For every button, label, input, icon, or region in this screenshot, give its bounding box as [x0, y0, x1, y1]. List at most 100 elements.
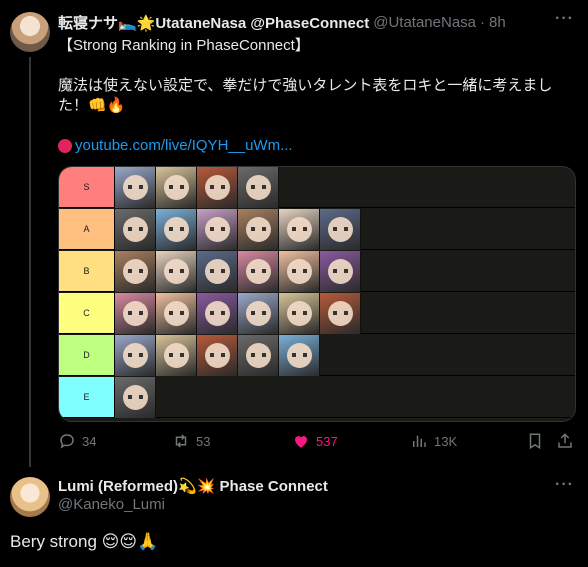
talent-portrait	[238, 251, 279, 292]
talent-portrait	[279, 293, 320, 334]
reply-icon	[60, 434, 74, 449]
tier-row-e: E	[59, 377, 575, 418]
reply-button[interactable]: 34	[58, 432, 96, 450]
reply-more-options-icon[interactable]: ···	[555, 476, 574, 494]
author-display-name[interactable]: 転寝ナサ🛌🌟UtataneNasa @PhaseConnect	[58, 12, 369, 33]
thread-line	[29, 57, 31, 467]
author-handle[interactable]: @UtataneNasa	[373, 14, 476, 31]
reply-handle[interactable]: @Kaneko_Lumi	[58, 496, 165, 513]
portrait-eyes	[128, 185, 143, 189]
portrait-eyes	[128, 395, 143, 399]
separator-dot: ·	[480, 13, 485, 31]
tier-row-s: S	[59, 167, 575, 208]
tier-items	[115, 167, 279, 208]
portrait-eyes	[210, 269, 225, 273]
like-button[interactable]: 537	[292, 432, 338, 450]
talent-portrait	[115, 293, 156, 334]
talent-portrait	[156, 251, 197, 292]
talent-portrait	[115, 167, 156, 208]
red-circle-icon	[58, 139, 72, 153]
talent-portrait	[115, 335, 156, 376]
talent-portrait	[238, 167, 279, 208]
talent-portrait	[197, 293, 238, 334]
portrait-eyes	[251, 227, 266, 231]
repost-icon	[175, 434, 187, 448]
tier-items	[115, 335, 320, 376]
talent-portrait	[197, 335, 238, 376]
repost-count: 53	[196, 433, 211, 449]
like-count: 537	[316, 433, 338, 449]
talent-portrait	[156, 209, 197, 250]
reply-author-avatar[interactable]	[10, 477, 50, 517]
portrait-eyes	[169, 227, 184, 231]
talent-portrait	[279, 209, 320, 250]
portrait-eyes	[251, 185, 266, 189]
tier-label: C	[59, 293, 115, 333]
talent-portrait	[320, 209, 361, 250]
portrait-eyes	[333, 311, 348, 315]
portrait-eyes	[210, 185, 225, 189]
talent-portrait	[115, 251, 156, 292]
portrait-eyes	[128, 227, 143, 231]
portrait-eyes	[210, 353, 225, 357]
tweet-timestamp[interactable]: 8h	[489, 14, 506, 31]
talent-portrait	[197, 251, 238, 292]
portrait-eyes	[292, 227, 307, 231]
talent-portrait	[320, 251, 361, 292]
talent-portrait	[238, 293, 279, 334]
views-count: 13K	[434, 433, 458, 449]
portrait-eyes	[210, 311, 225, 315]
portrait-eyes	[292, 269, 307, 273]
portrait-eyes	[169, 185, 184, 189]
portrait-eyes	[128, 269, 143, 273]
tweet-link-text[interactable]: youtube.com/live/IQYH__uWm...	[75, 136, 293, 156]
tier-items	[115, 251, 361, 292]
portrait-eyes	[292, 311, 307, 315]
author-avatar[interactable]	[10, 12, 50, 52]
portrait-eyes	[169, 269, 184, 273]
portrait-eyes	[169, 311, 184, 315]
talent-portrait	[320, 293, 361, 334]
talent-portrait	[156, 335, 197, 376]
talent-portrait	[279, 335, 320, 376]
portrait-eyes	[251, 353, 266, 357]
talent-portrait	[115, 209, 156, 250]
tier-label: B	[59, 251, 115, 291]
talent-portrait	[115, 377, 156, 418]
portrait-eyes	[128, 311, 143, 315]
tier-label: E	[59, 377, 115, 417]
tweet-header: 転寝ナサ🛌🌟UtataneNasa @PhaseConnect @Utatane…	[58, 12, 506, 32]
tier-label: A	[59, 209, 115, 249]
heart-icon	[295, 436, 307, 448]
reply-display-name[interactable]: Lumi (Reformed)💫💥 Phase Connect	[58, 477, 328, 495]
share-icon	[558, 433, 572, 448]
bookmark-button[interactable]	[526, 432, 550, 450]
tier-items	[115, 293, 361, 334]
talent-portrait	[238, 335, 279, 376]
tier-row-a: A	[59, 209, 575, 250]
talent-portrait	[279, 251, 320, 292]
talent-portrait	[156, 167, 197, 208]
talent-portrait	[238, 209, 279, 250]
tweet-line-title: 【Strong Ranking in PhaseConnect】	[58, 37, 310, 54]
tweet-actions: 34 53 537 13K	[58, 432, 578, 454]
more-options-icon[interactable]: ···	[555, 10, 574, 28]
tier-list-image[interactable]: SABCDE	[58, 166, 576, 422]
portrait-eyes	[251, 311, 266, 315]
portrait-eyes	[333, 227, 348, 231]
tier-row-c: C	[59, 293, 575, 334]
reply-count: 34	[82, 433, 97, 449]
reply-header: Lumi (Reformed)💫💥 Phase Connect	[58, 476, 328, 496]
tier-label: D	[59, 335, 115, 375]
tweet-text: 【Strong Ranking in PhaseConnect】 魔法は使えない…	[58, 36, 578, 156]
tweet-link[interactable]: youtube.com/live/IQYH__uWm...	[58, 136, 578, 156]
portrait-eyes	[333, 269, 348, 273]
tier-row-d: D	[59, 335, 575, 376]
views-button[interactable]: 13K	[410, 432, 457, 450]
repost-button[interactable]: 53	[172, 432, 210, 450]
tier-items	[115, 209, 361, 250]
tweet-line-jp-cont: た！👊🔥	[58, 97, 126, 114]
reply-text: Bery strong 😌😌🙏	[10, 532, 159, 551]
share-button[interactable]	[556, 432, 580, 450]
talent-portrait	[197, 167, 238, 208]
